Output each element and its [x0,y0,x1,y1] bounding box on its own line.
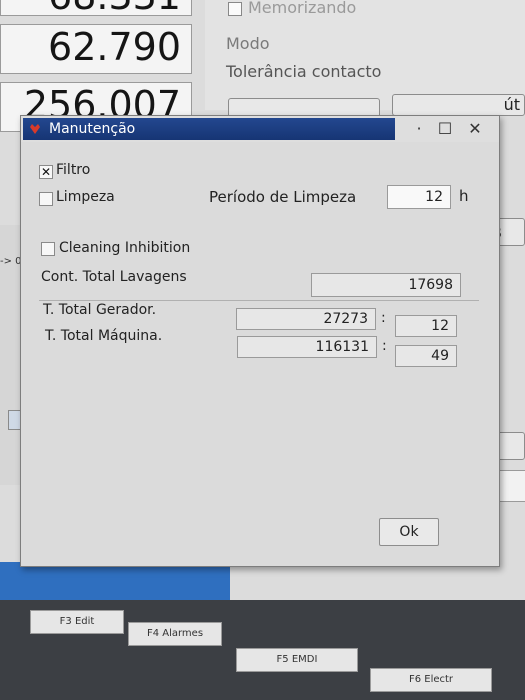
side-arrow-label: -> 0 [0,256,22,267]
cleaning-inhibition-checkbox[interactable] [41,242,55,256]
limpeza-checkbox[interactable] [39,192,53,206]
modo-label: Modo [226,34,270,53]
memorizar-checkbox[interactable] [228,2,242,16]
maquina-minutes-value: 49 [395,345,457,367]
title-bar-active: Manutenção [23,118,395,140]
gerador-minutes-value: 12 [395,315,457,337]
limpeza-label: Limpeza [56,189,115,205]
filtro-label: Filtro [56,162,91,178]
app-icon [30,124,40,134]
ok-button[interactable]: Ok [379,518,439,546]
cleaning-inhibition-label: Cleaning Inhibition [59,240,191,256]
function-key-bar: F3 Edit F4 Alarmes F5 EMDI F6 Electr [0,600,525,700]
readout-middle: 62.790 [0,24,192,74]
maximize-button[interactable]: ☐ [435,119,455,139]
cont-total-lavagens-value: 17698 [311,273,461,297]
periodo-unit: h [459,187,469,205]
title-bar[interactable]: Manutenção · ☐ ✕ [21,116,499,142]
separator [39,300,479,301]
bg-button-right[interactable]: út [392,94,525,116]
maquina-hours-value: 116131 [237,336,377,358]
f5-emdi-key[interactable]: F5 EMDI [236,648,358,672]
minimize-button[interactable]: · [409,119,429,139]
cont-total-lavagens-label: Cont. Total Lavagens [41,269,187,285]
readout-top: -68.331 [0,0,192,16]
periodo-limpeza-input[interactable]: 12 [387,185,451,209]
periodo-limpeza-label: Período de Limpeza [209,188,357,206]
close-button[interactable]: ✕ [465,119,485,139]
memorizar-label: Memorizando [248,0,357,17]
gerador-colon: : [381,310,386,326]
f3-edit-key[interactable]: F3 Edit [30,610,124,634]
tolerancia-label: Tolerância contacto [226,62,382,81]
gerador-hours-value: 27273 [236,308,376,330]
status-strip [0,562,230,600]
maquina-colon: : [382,338,387,354]
f4-alarmes-key[interactable]: F4 Alarmes [128,622,222,646]
maquina-label: T. Total Máquina. [45,328,163,344]
dialog-title: Manutenção [49,121,136,137]
f6-electr-key[interactable]: F6 Electr [370,668,492,692]
manutencao-dialog: Manutenção · ☐ ✕ ✕ Filtro Limpeza Períod… [20,115,500,567]
filtro-checkbox[interactable]: ✕ [39,165,53,179]
gerador-label: T. Total Gerador. [43,302,157,318]
